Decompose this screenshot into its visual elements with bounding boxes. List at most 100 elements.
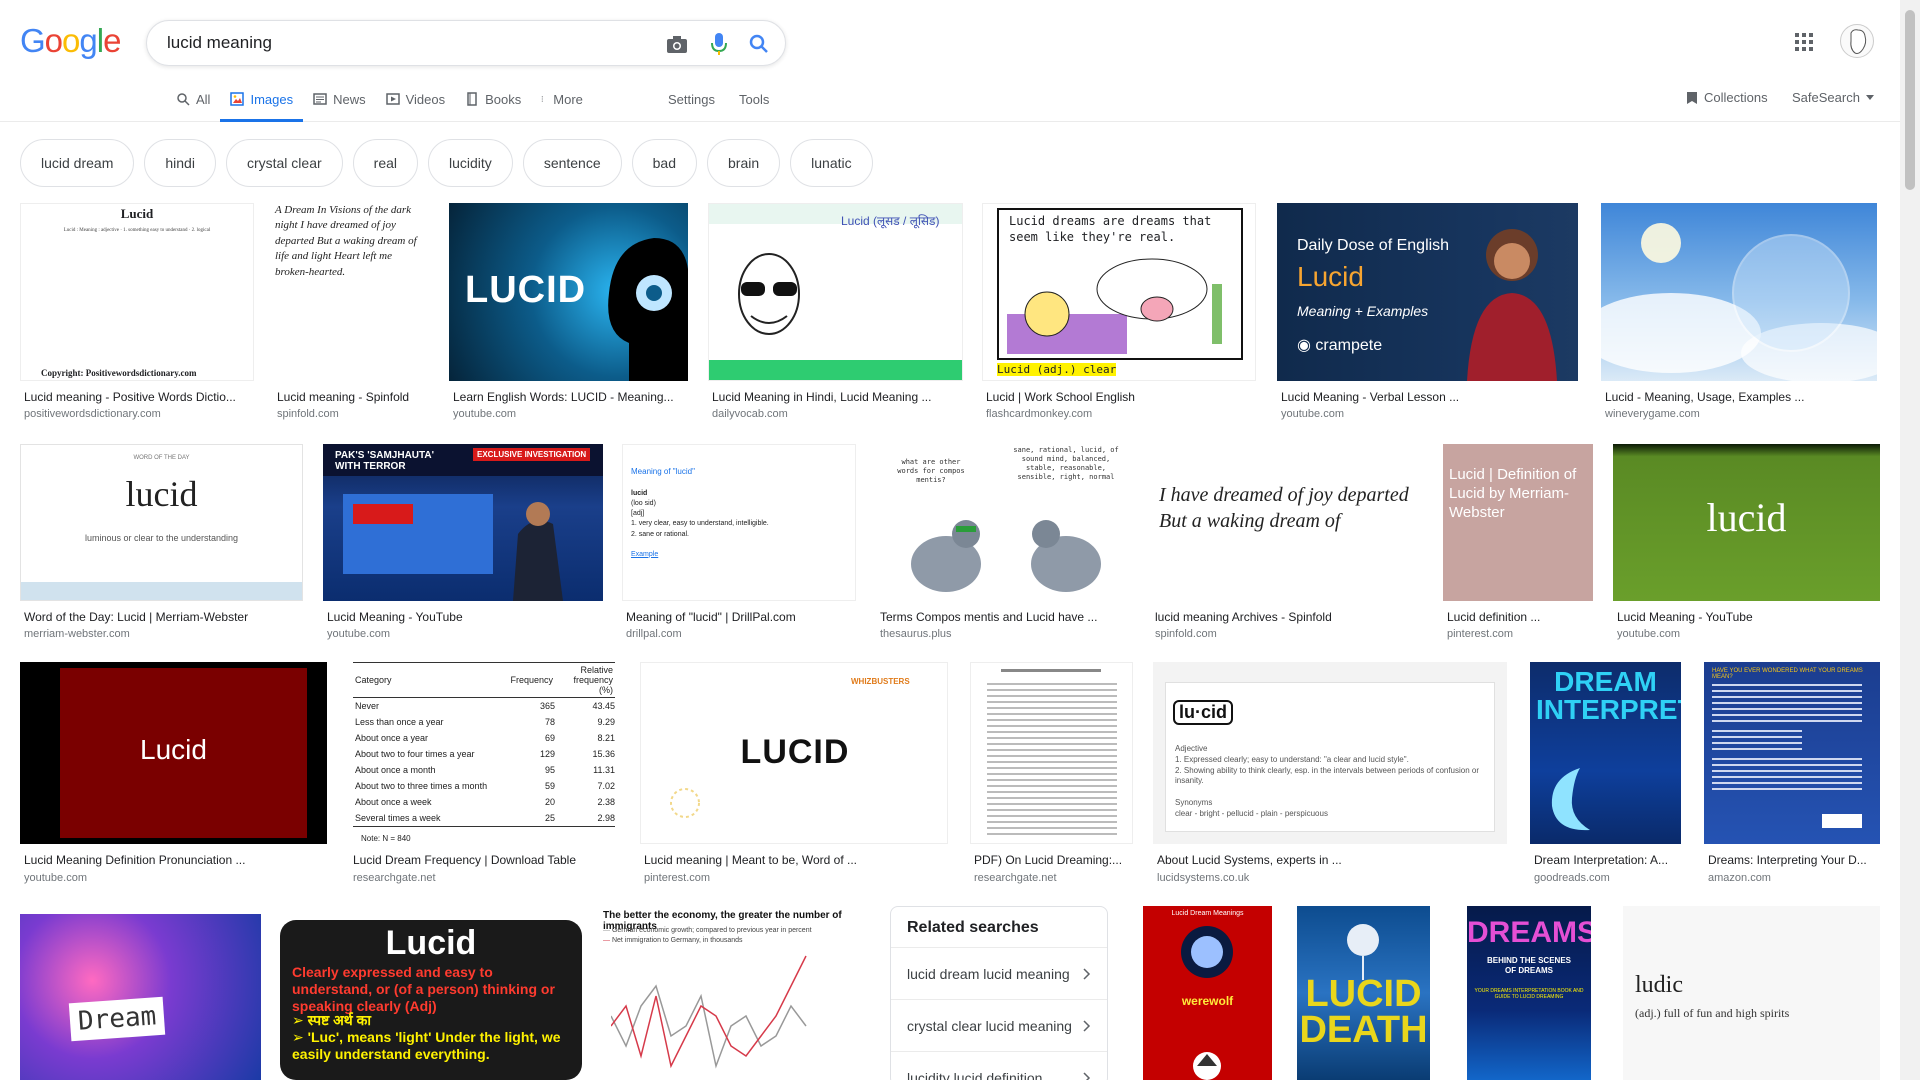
- related-search-item[interactable]: lucidity lucid definition: [891, 1052, 1107, 1080]
- image-result[interactable]: Lucid Lucid Meaning Definition Pronuncia…: [20, 662, 327, 888]
- table-row: About once a week 20 2.38: [353, 794, 615, 810]
- result-source: goodreads.com: [1534, 872, 1610, 884]
- image-result[interactable]: PAK'S 'SAMJHAUTA' WITH TERROR EXCLUSIVE …: [323, 444, 603, 644]
- thumb-title: PAK'S 'SAMJHAUTA' WITH TERROR: [335, 450, 434, 472]
- image-result[interactable]: HAVE YOU EVER WONDERED WHAT YOUR DREAMS …: [1704, 662, 1880, 888]
- result-source: pinterest.com: [1447, 628, 1514, 640]
- table-cell: 59: [544, 781, 555, 791]
- thumb-body: Adjective 1. Expressed clearly; easy to u…: [1175, 744, 1480, 818]
- image-result[interactable]: Lucid (लूसड / लूसिड) Lucid Meaning in Hi…: [708, 203, 963, 425]
- image-result[interactable]: The better the economy, the greater the …: [601, 906, 871, 1080]
- result-caption: Learn English Words: LUCID - Meaning...: [453, 390, 674, 404]
- table-cell: 7.02: [597, 781, 615, 791]
- thumb-title: Lucid: [140, 734, 207, 765]
- image-result[interactable]: Lucid Lucid : Meaning : adjective · 1. s…: [20, 203, 254, 425]
- table-cell: 95: [544, 765, 555, 775]
- result-source: youtube.com: [1617, 628, 1680, 640]
- vertical-scrollbar[interactable]: [1900, 0, 1920, 1080]
- image-result[interactable]: DREAM INTERPRETATION Dream Interpretatio…: [1530, 662, 1681, 888]
- image-result[interactable]: Dream: [20, 914, 261, 1080]
- image-result[interactable]: Meaning of "lucid" lucid (loo sid) [adj] 1.…: [622, 444, 856, 644]
- related-search-item[interactable]: crystal clear lucid meaning: [891, 1000, 1107, 1052]
- result-caption: Word of the Day: Lucid | Merriam-Webster: [24, 610, 249, 624]
- comic-illustration: [1007, 258, 1222, 354]
- chevron-right-icon: [1083, 967, 1091, 980]
- result-caption: lucid meaning Archives - Spinfold: [1155, 610, 1332, 624]
- thumb-header: WORD OF THE DAY: [133, 455, 190, 461]
- image-result[interactable]: Category Frequency Relative frequency (%…: [349, 662, 620, 888]
- table-cell: 8.21: [597, 733, 615, 743]
- result-thumbnail: [970, 662, 1133, 844]
- image-result[interactable]: Lucid Clearly expressed and easy to unde…: [280, 920, 582, 1080]
- face-illustration-icon: [738, 253, 800, 335]
- line-chart-image: [611, 955, 807, 1069]
- table-cell: 9.29: [597, 717, 615, 727]
- image-result[interactable]: Lucid | Definition of Lucid by Merriam-W…: [1443, 444, 1593, 644]
- thumb-title: Meaning of "lucid": [631, 467, 695, 476]
- result-source: merriam-webster.com: [24, 628, 130, 640]
- image-result[interactable]: Lucid Dream Meanings werewolf: [1143, 906, 1272, 1080]
- table-cell: Less than once a year: [355, 717, 444, 727]
- result-thumbnail: The better the economy, the greater the …: [601, 906, 871, 1080]
- result-thumbnail: Lucid Lucid : Meaning : adjective · 1. s…: [20, 203, 254, 381]
- moon-icon: [1181, 926, 1233, 978]
- image-result[interactable]: lucid Lucid Meaning - YouTube youtube.co…: [1613, 444, 1880, 644]
- table-row: About once a year 69 8.21: [353, 730, 615, 746]
- result-thumbnail: Lucid: [20, 662, 327, 844]
- image-result[interactable]: A Dream In Visions of the dark night I h…: [273, 203, 430, 425]
- result-thumbnail: Meaning of "lucid" lucid (loo sid) [adj] 1.…: [622, 444, 856, 601]
- thumb-body: Clearly expressed and easy to understand…: [292, 964, 555, 1014]
- result-thumbnail: HAVE YOU EVER WONDERED WHAT YOUR DREAMS …: [1704, 662, 1880, 844]
- result-source: pinterest.com: [644, 872, 711, 884]
- result-caption: Lucid Meaning Definition Pronunciation .…: [24, 853, 246, 867]
- image-result[interactable]: PDF) On Lucid Dreaming:... researchgate.…: [970, 662, 1133, 888]
- image-result[interactable]: what are other words for compos mentis? …: [876, 444, 1131, 644]
- thumb-footer: Lucid (adj.) clear: [997, 363, 1117, 376]
- result-caption: Dream Interpretation: A...: [1534, 853, 1669, 867]
- thumb-footer: [709, 360, 962, 380]
- image-result[interactable]: DREAMS BEHIND THE SCENES OF DREAMS YOUR D…: [1467, 906, 1591, 1080]
- table-header: Relative frequency (%): [573, 665, 613, 695]
- scrollbar-thumb[interactable]: [1905, 10, 1915, 190]
- related-searches-panel: Related searches lucid dream lucid meani…: [890, 906, 1108, 1080]
- thumb-poem: A Dream In Visions of the dark night I h…: [275, 204, 417, 278]
- result-thumbnail: lu·cid Adjective 1. Expressed clearly; ea…: [1153, 662, 1507, 844]
- frequency-table: Category Frequency Relative frequency (%…: [353, 662, 615, 827]
- result-thumbnail: Category Frequency Relative frequency (%…: [349, 662, 620, 844]
- image-result[interactable]: Lucid - Meaning, Usage, Examples ... win…: [1601, 203, 1877, 425]
- image-result[interactable]: LUCID Learn English Words: LUCID - Meani…: [449, 203, 688, 425]
- thumb-poem: I have dreamed of joy departed But a wak…: [1159, 484, 1409, 532]
- thumb-title: LUCID: [740, 733, 850, 771]
- result-source: positivewordsdictionary.com: [24, 408, 161, 420]
- thumb-title: ludic: [1635, 972, 1683, 998]
- dandelion-icon: [1347, 924, 1379, 980]
- result-caption: PDF) On Lucid Dreaming:...: [974, 853, 1123, 867]
- thumb-title: Lucid (लूसड / लूसिड): [841, 214, 940, 228]
- image-result[interactable]: Daily Dose of English Lucid Meaning + Ex…: [1277, 203, 1578, 425]
- thumb-title: LUCID: [465, 269, 587, 311]
- table-cell: 20: [544, 797, 555, 807]
- result-thumbnail: LUCID WHIZBUSTERS: [640, 662, 948, 844]
- related-search-item[interactable]: lucid dream lucid meaning: [891, 948, 1107, 1000]
- image-result[interactable]: WORD OF THE DAY lucid luminous or clear …: [20, 444, 303, 644]
- image-result[interactable]: LUCID WHIZBUSTERS Lucid meaning | Meant …: [640, 662, 948, 888]
- result-thumbnail: what are other words for compos mentis? …: [876, 444, 1131, 601]
- result-source: researchgate.net: [353, 872, 436, 884]
- image-result[interactable]: ludic (adj.) full of fun and high spirit…: [1623, 906, 1880, 1080]
- newsroom-image: [343, 494, 563, 601]
- image-result[interactable]: lu·cid Adjective 1. Expressed clearly; ea…: [1153, 662, 1507, 888]
- image-result[interactable]: LUCID DEATH: [1297, 906, 1430, 1080]
- result-source: amazon.com: [1708, 872, 1771, 884]
- image-result[interactable]: Lucid dreams are dreams that seem like t…: [982, 203, 1256, 425]
- result-source: spinfold.com: [1155, 628, 1217, 640]
- result-source: researchgate.net: [974, 872, 1057, 884]
- table-row: Less than once a year 78 9.29: [353, 714, 615, 730]
- result-caption: About Lucid Systems, experts in ...: [1157, 853, 1342, 867]
- table-cell: 11.31: [593, 765, 615, 775]
- thumb-title: lu·cid: [1173, 700, 1233, 725]
- related-searches-title: Related searches: [891, 907, 1107, 948]
- image-result[interactable]: I have dreamed of joy departed But a wak…: [1151, 444, 1423, 644]
- result-thumbnail: LUCID DEATH: [1297, 906, 1430, 1080]
- result-caption: Lucid Meaning - Verbal Lesson ...: [1281, 390, 1460, 404]
- result-source: youtube.com: [453, 408, 516, 420]
